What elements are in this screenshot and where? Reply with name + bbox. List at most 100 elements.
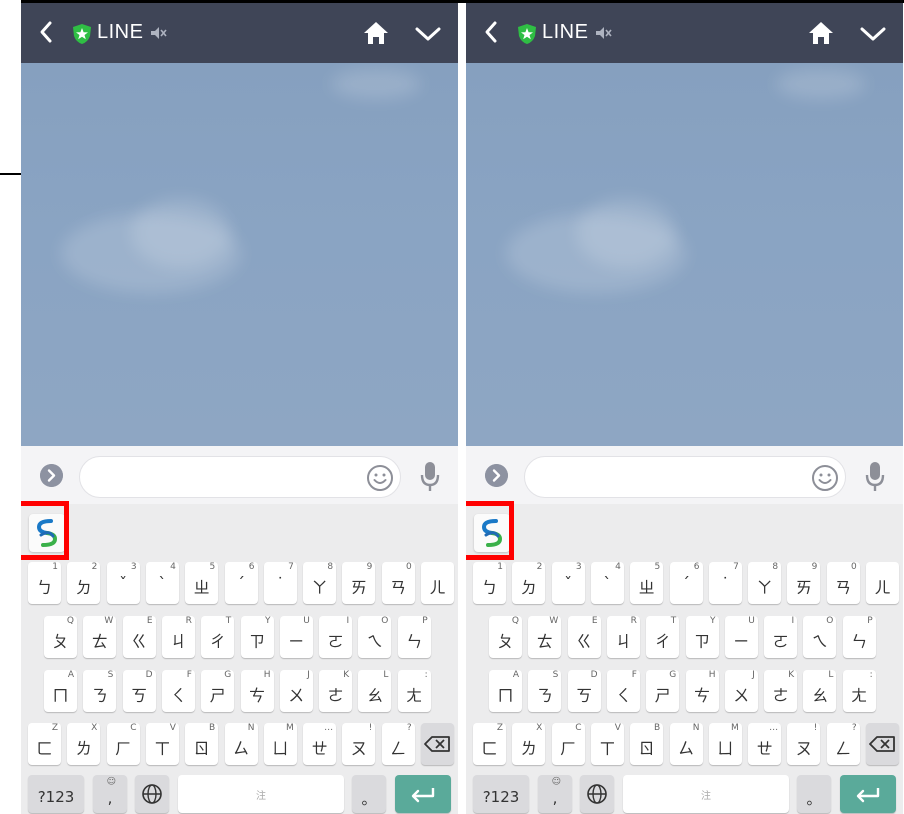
comma-key[interactable]: ☺, — [93, 775, 127, 813]
emoji-icon[interactable] — [810, 463, 840, 493]
key[interactable]: ˇ3 — [106, 562, 140, 604]
key[interactable]: ˋ4 — [145, 562, 179, 604]
key[interactable]: ˙ 7 — [708, 562, 742, 604]
key[interactable]: ㄒV — [590, 723, 624, 765]
period-key[interactable]: 。 — [352, 775, 386, 813]
key[interactable]: ㄨJ — [724, 670, 758, 712]
key[interactable]: ㄢ0 — [826, 562, 860, 604]
key[interactable]: ㄡ! — [342, 723, 376, 765]
key[interactable]: ㄜK — [319, 670, 353, 712]
key[interactable]: ㄗY — [685, 616, 719, 658]
key[interactable]: ㄆQ — [44, 616, 77, 658]
key[interactable]: ㄋS — [83, 670, 117, 712]
key[interactable]: ㄅ1 — [28, 562, 61, 604]
key[interactable]: ㄔT — [646, 616, 680, 658]
key[interactable]: ㄠL — [803, 670, 837, 712]
key[interactable]: ㄦ — [866, 562, 899, 604]
key[interactable]: ㄐR — [161, 616, 195, 658]
key[interactable]: ㄕG — [201, 670, 235, 712]
key[interactable]: ㄓ5 — [185, 562, 219, 604]
key[interactable]: ㄓ5 — [630, 562, 664, 604]
key[interactable]: ㄛI — [764, 616, 798, 658]
enter-key[interactable] — [840, 775, 896, 813]
key[interactable]: ㄍE — [122, 616, 156, 658]
key[interactable]: ㄈZ — [473, 723, 506, 765]
key[interactable]: ㄖB — [185, 723, 219, 765]
key[interactable]: ㄛI — [319, 616, 353, 658]
backspace-key[interactable] — [866, 723, 899, 765]
key[interactable]: ㄔT — [201, 616, 235, 658]
mic-icon[interactable] — [419, 460, 441, 494]
key[interactable]: ㄢ0 — [381, 562, 415, 604]
key[interactable]: ㄉ2 — [512, 562, 546, 604]
key[interactable]: ㄚ8 — [748, 562, 782, 604]
home-icon[interactable] — [808, 21, 834, 45]
key[interactable]: ㄣP — [842, 616, 876, 658]
key[interactable]: ㄉ2 — [67, 562, 101, 604]
key[interactable]: ㄐR — [606, 616, 640, 658]
key[interactable]: ㄤ: — [397, 670, 431, 712]
key[interactable]: ㄗY — [240, 616, 274, 658]
key[interactable]: ㄋS — [528, 670, 562, 712]
key[interactable]: ㄒV — [145, 723, 179, 765]
more-icon[interactable] — [485, 464, 508, 487]
symbols-key[interactable]: ?123 — [28, 775, 84, 813]
key[interactable]: ㄝ… — [748, 723, 782, 765]
space-key[interactable]: 注 — [178, 775, 344, 813]
key[interactable]: ㄩM — [263, 723, 297, 765]
key[interactable]: ㄠL — [358, 670, 392, 712]
key[interactable]: ㄞ9 — [342, 562, 376, 604]
key[interactable]: ㄦ — [421, 562, 454, 604]
key[interactable]: ㄍE — [567, 616, 601, 658]
key[interactable]: ㄘH — [240, 670, 274, 712]
key[interactable]: ㄟO — [803, 616, 837, 658]
back-arrow-icon[interactable] — [480, 17, 502, 47]
more-icon[interactable] — [40, 464, 63, 487]
key[interactable]: ㄊW — [83, 616, 117, 658]
period-key[interactable]: 。 — [797, 775, 831, 813]
key[interactable]: ㄨJ — [279, 670, 313, 712]
chevron-down-icon[interactable] — [415, 25, 441, 43]
globe-key[interactable] — [135, 775, 169, 813]
key[interactable]: ㄥ? — [826, 723, 860, 765]
key[interactable]: ˇ3 — [551, 562, 585, 604]
key[interactable]: ㄇA — [489, 670, 522, 712]
mic-icon[interactable] — [864, 460, 886, 494]
key[interactable]: ㄥ? — [381, 723, 415, 765]
key[interactable]: ㄧU — [724, 616, 758, 658]
key[interactable]: ㄤ: — [842, 670, 876, 712]
key[interactable]: ㄌX — [67, 723, 101, 765]
key[interactable]: ㄜK — [764, 670, 798, 712]
key[interactable]: ㄅ1 — [473, 562, 506, 604]
key[interactable]: ㄕG — [646, 670, 680, 712]
key[interactable]: ㄟO — [358, 616, 392, 658]
key[interactable]: ㄌX — [512, 723, 546, 765]
key[interactable]: ˋ4 — [590, 562, 624, 604]
key[interactable]: ˙ 7 — [263, 562, 297, 604]
key[interactable]: ㄣP — [397, 616, 431, 658]
emoji-icon[interactable] — [365, 463, 395, 493]
key[interactable]: ㄝ… — [303, 723, 337, 765]
comma-key[interactable]: ☺, — [538, 775, 572, 813]
enter-key[interactable] — [395, 775, 451, 813]
chevron-down-icon[interactable] — [860, 25, 886, 43]
key[interactable]: ㄏC — [106, 723, 140, 765]
key[interactable]: ㄘH — [685, 670, 719, 712]
key[interactable]: ㄑF — [606, 670, 640, 712]
key[interactable]: ˊ6 — [224, 562, 258, 604]
globe-key[interactable] — [580, 775, 614, 813]
message-input[interactable] — [524, 456, 846, 498]
key[interactable]: ㄧU — [279, 616, 313, 658]
key[interactable]: ˊ6 — [669, 562, 703, 604]
key[interactable]: ㄏC — [551, 723, 585, 765]
key[interactable]: ㄖB — [630, 723, 664, 765]
key[interactable]: ㄊW — [528, 616, 562, 658]
home-icon[interactable] — [363, 21, 389, 45]
key[interactable]: ㄑF — [161, 670, 195, 712]
key[interactable]: ㄇA — [44, 670, 77, 712]
key[interactable]: ㄆQ — [489, 616, 522, 658]
back-arrow-icon[interactable] — [35, 17, 57, 47]
key[interactable]: ㄞ9 — [787, 562, 821, 604]
key[interactable]: ㄙN — [224, 723, 258, 765]
key[interactable]: ㄎD — [567, 670, 601, 712]
